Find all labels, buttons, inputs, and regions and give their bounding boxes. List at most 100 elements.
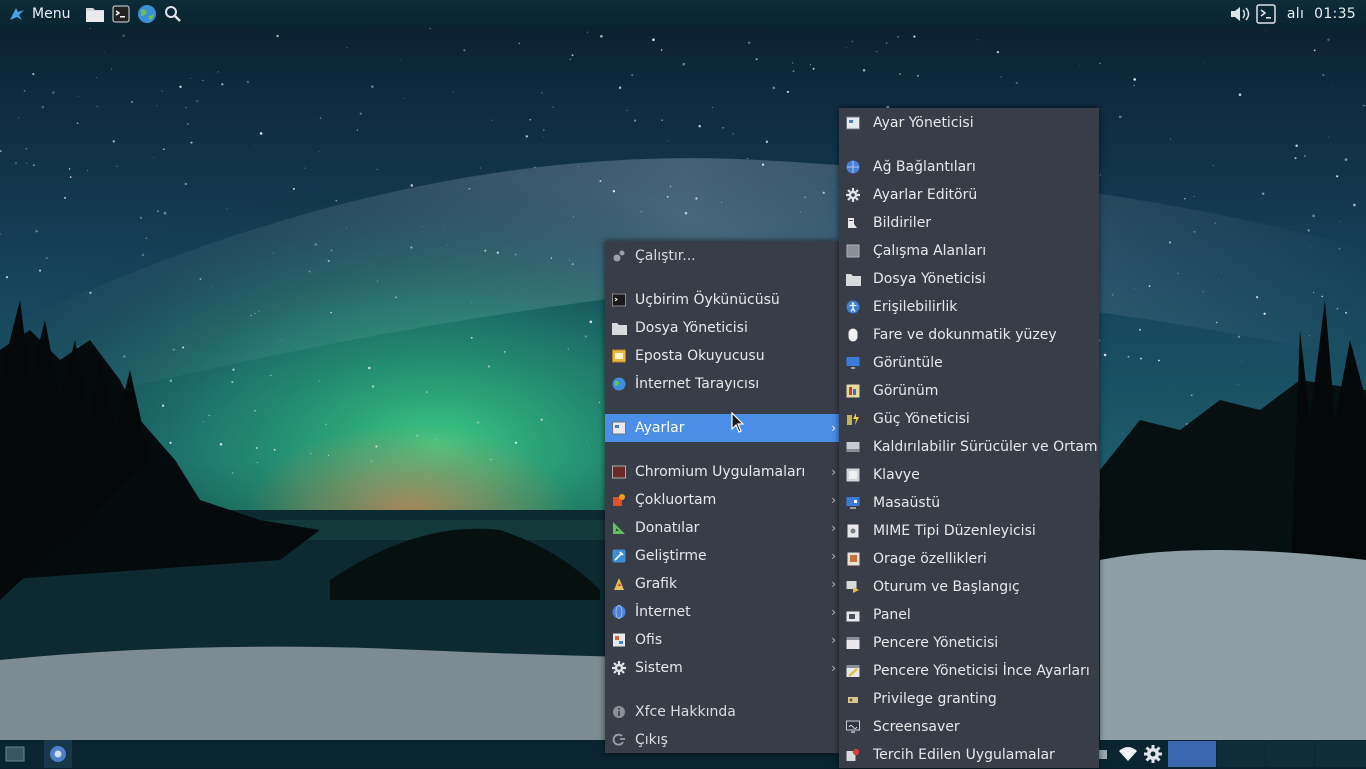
app-finder-launcher[interactable] <box>160 0 186 28</box>
accessibility-icon <box>845 299 861 315</box>
star <box>669 185 672 188</box>
show-desktop-button[interactable] <box>2 740 28 768</box>
submenu-item-file-manager[interactable]: Dosya Yöneticisi <box>839 265 1099 293</box>
star <box>179 85 182 88</box>
star <box>292 187 295 190</box>
terminal-tray-button[interactable] <box>1253 0 1279 28</box>
star <box>652 198 654 200</box>
menu-item-development[interactable]: Geliştirme › <box>605 542 839 570</box>
menu-item-graphics[interactable]: Grafik › <box>605 570 839 598</box>
menu-item-system[interactable]: Sistem › <box>605 654 839 682</box>
star <box>746 158 748 160</box>
taskbar-chromium-button[interactable] <box>44 740 72 768</box>
submenu-item-display[interactable]: Görüntüle <box>839 349 1099 377</box>
session-icon <box>845 579 861 595</box>
star <box>309 452 312 455</box>
folder-icon <box>611 320 627 336</box>
menu-item-run[interactable]: Çalıştır... <box>605 242 839 270</box>
file-manager-launcher[interactable] <box>82 0 108 28</box>
star <box>534 166 536 169</box>
network-tray-button[interactable] <box>1116 740 1140 768</box>
submenu-item-removable-drives[interactable]: Kaldırılabilir Sürücüler ve Ortam <box>839 433 1099 461</box>
submenu-item-panel[interactable]: Panel <box>839 601 1099 629</box>
star <box>319 117 322 119</box>
web-browser-launcher[interactable] <box>134 0 160 28</box>
submenu-item-mime-editor[interactable]: MIME Tipi Düzenleyicisi <box>839 517 1099 545</box>
star <box>190 141 193 144</box>
star <box>1133 84 1135 87</box>
star <box>791 62 794 64</box>
submenu-item-label: Görüntüle <box>873 355 943 371</box>
star <box>684 211 688 215</box>
star <box>25 147 28 150</box>
star <box>695 197 698 200</box>
star <box>232 368 235 371</box>
star <box>1345 311 1348 314</box>
menu-item-web-browser[interactable]: İnternet Tarayıcısı <box>605 370 839 398</box>
submenu-item-session-startup[interactable]: Oturum ve Başlangıç <box>839 573 1099 601</box>
accessories-icon <box>611 520 627 536</box>
settings-tray-button[interactable] <box>1141 740 1165 768</box>
star <box>1322 74 1325 77</box>
workspace-1[interactable] <box>1168 741 1216 767</box>
star <box>345 227 347 229</box>
submenu-item-orage-settings[interactable]: Orage özellikleri <box>839 545 1099 573</box>
menu-item-logout[interactable]: Çıkış <box>605 726 839 754</box>
star <box>95 77 97 78</box>
terminal-launcher[interactable] <box>108 0 134 28</box>
menu-item-internet[interactable]: İnternet › <box>605 598 839 626</box>
submenu-item-mouse-touchpad[interactable]: Fare ve dokunmatik yüzey <box>839 321 1099 349</box>
star <box>1261 192 1265 195</box>
star <box>123 355 126 358</box>
star <box>542 135 544 137</box>
star <box>897 35 899 38</box>
star <box>219 442 223 446</box>
submenu-item-label: Privilege granting <box>873 691 997 707</box>
workspace-3[interactable] <box>1266 741 1314 767</box>
folder-icon <box>845 271 861 287</box>
star <box>96 106 98 107</box>
preferred-apps-icon <box>845 747 861 763</box>
star <box>23 89 26 92</box>
submenu-item-window-manager[interactable]: Pencere Yöneticisi <box>839 629 1099 657</box>
submenu-item-desktop[interactable]: Masaüstü <box>839 489 1099 517</box>
submenu-item-privilege-granting[interactable]: Privilege granting <box>839 685 1099 713</box>
submenu-item-label: Dosya Yöneticisi <box>873 271 986 287</box>
menu-item-office[interactable]: Ofis › <box>605 626 839 654</box>
submenu-item-settings-editor[interactable]: Ayarlar Editörü <box>839 181 1099 209</box>
submenu-item-label: Panel <box>873 607 911 623</box>
submenu-item-appearance[interactable]: Görünüm <box>839 377 1099 405</box>
submenu-item-accessibility[interactable]: Erişilebilirlik <box>839 293 1099 321</box>
menu-item-about-xfce[interactable]: Xfce Hakkında <box>605 698 839 726</box>
star <box>32 164 35 167</box>
menu-item-terminal[interactable]: Uçbirim Öykünücüsü <box>605 286 839 314</box>
menu-item-accessories[interactable]: Donatılar › <box>605 514 839 542</box>
volume-button[interactable] <box>1227 0 1253 28</box>
menu-item-multimedia[interactable]: Çokluortam › <box>605 486 839 514</box>
star <box>1221 272 1222 274</box>
whisker-menu-button[interactable]: Menu <box>0 0 76 28</box>
submenu-item-settings-manager[interactable]: Ayar Yöneticisi <box>839 109 1099 137</box>
menu-item-mail-reader[interactable]: Eposta Okuyucusu <box>605 342 839 370</box>
star <box>77 95 79 97</box>
submenu-item-workspaces[interactable]: Çalışma Alanları <box>839 237 1099 265</box>
panel-icon <box>845 607 861 623</box>
privilege-icon <box>845 691 861 707</box>
menu-item-label: Eposta Okuyucusu <box>635 348 765 364</box>
menu-item-file-manager[interactable]: Dosya Yöneticisi <box>605 314 839 342</box>
submenu-item-network[interactable]: Ağ Bağlantıları <box>839 153 1099 181</box>
clock[interactable]: alı 01:35 <box>1279 6 1366 22</box>
star <box>157 210 159 213</box>
submenu-item-notifications[interactable]: Bildiriler <box>839 209 1099 237</box>
menu-item-settings[interactable]: Ayarlar › <box>605 414 839 442</box>
star <box>1168 241 1172 244</box>
window-manager-icon <box>845 635 861 651</box>
workspace-2[interactable] <box>1217 741 1265 767</box>
submenu-item-window-tweaks[interactable]: Pencere Yöneticisi İnce Ayarları <box>839 657 1099 685</box>
workspace-4[interactable] <box>1315 741 1366 767</box>
submenu-item-power-manager[interactable]: Güç Yöneticisi <box>839 405 1099 433</box>
submenu-item-preferred-apps[interactable]: Tercih Edilen Uygulamalar <box>839 741 1099 769</box>
menu-item-chromium-apps[interactable]: Chromium Uygulamaları › <box>605 458 839 486</box>
submenu-item-screensaver[interactable]: Screensaver <box>839 713 1099 741</box>
submenu-item-keyboard[interactable]: Klavye <box>839 461 1099 489</box>
